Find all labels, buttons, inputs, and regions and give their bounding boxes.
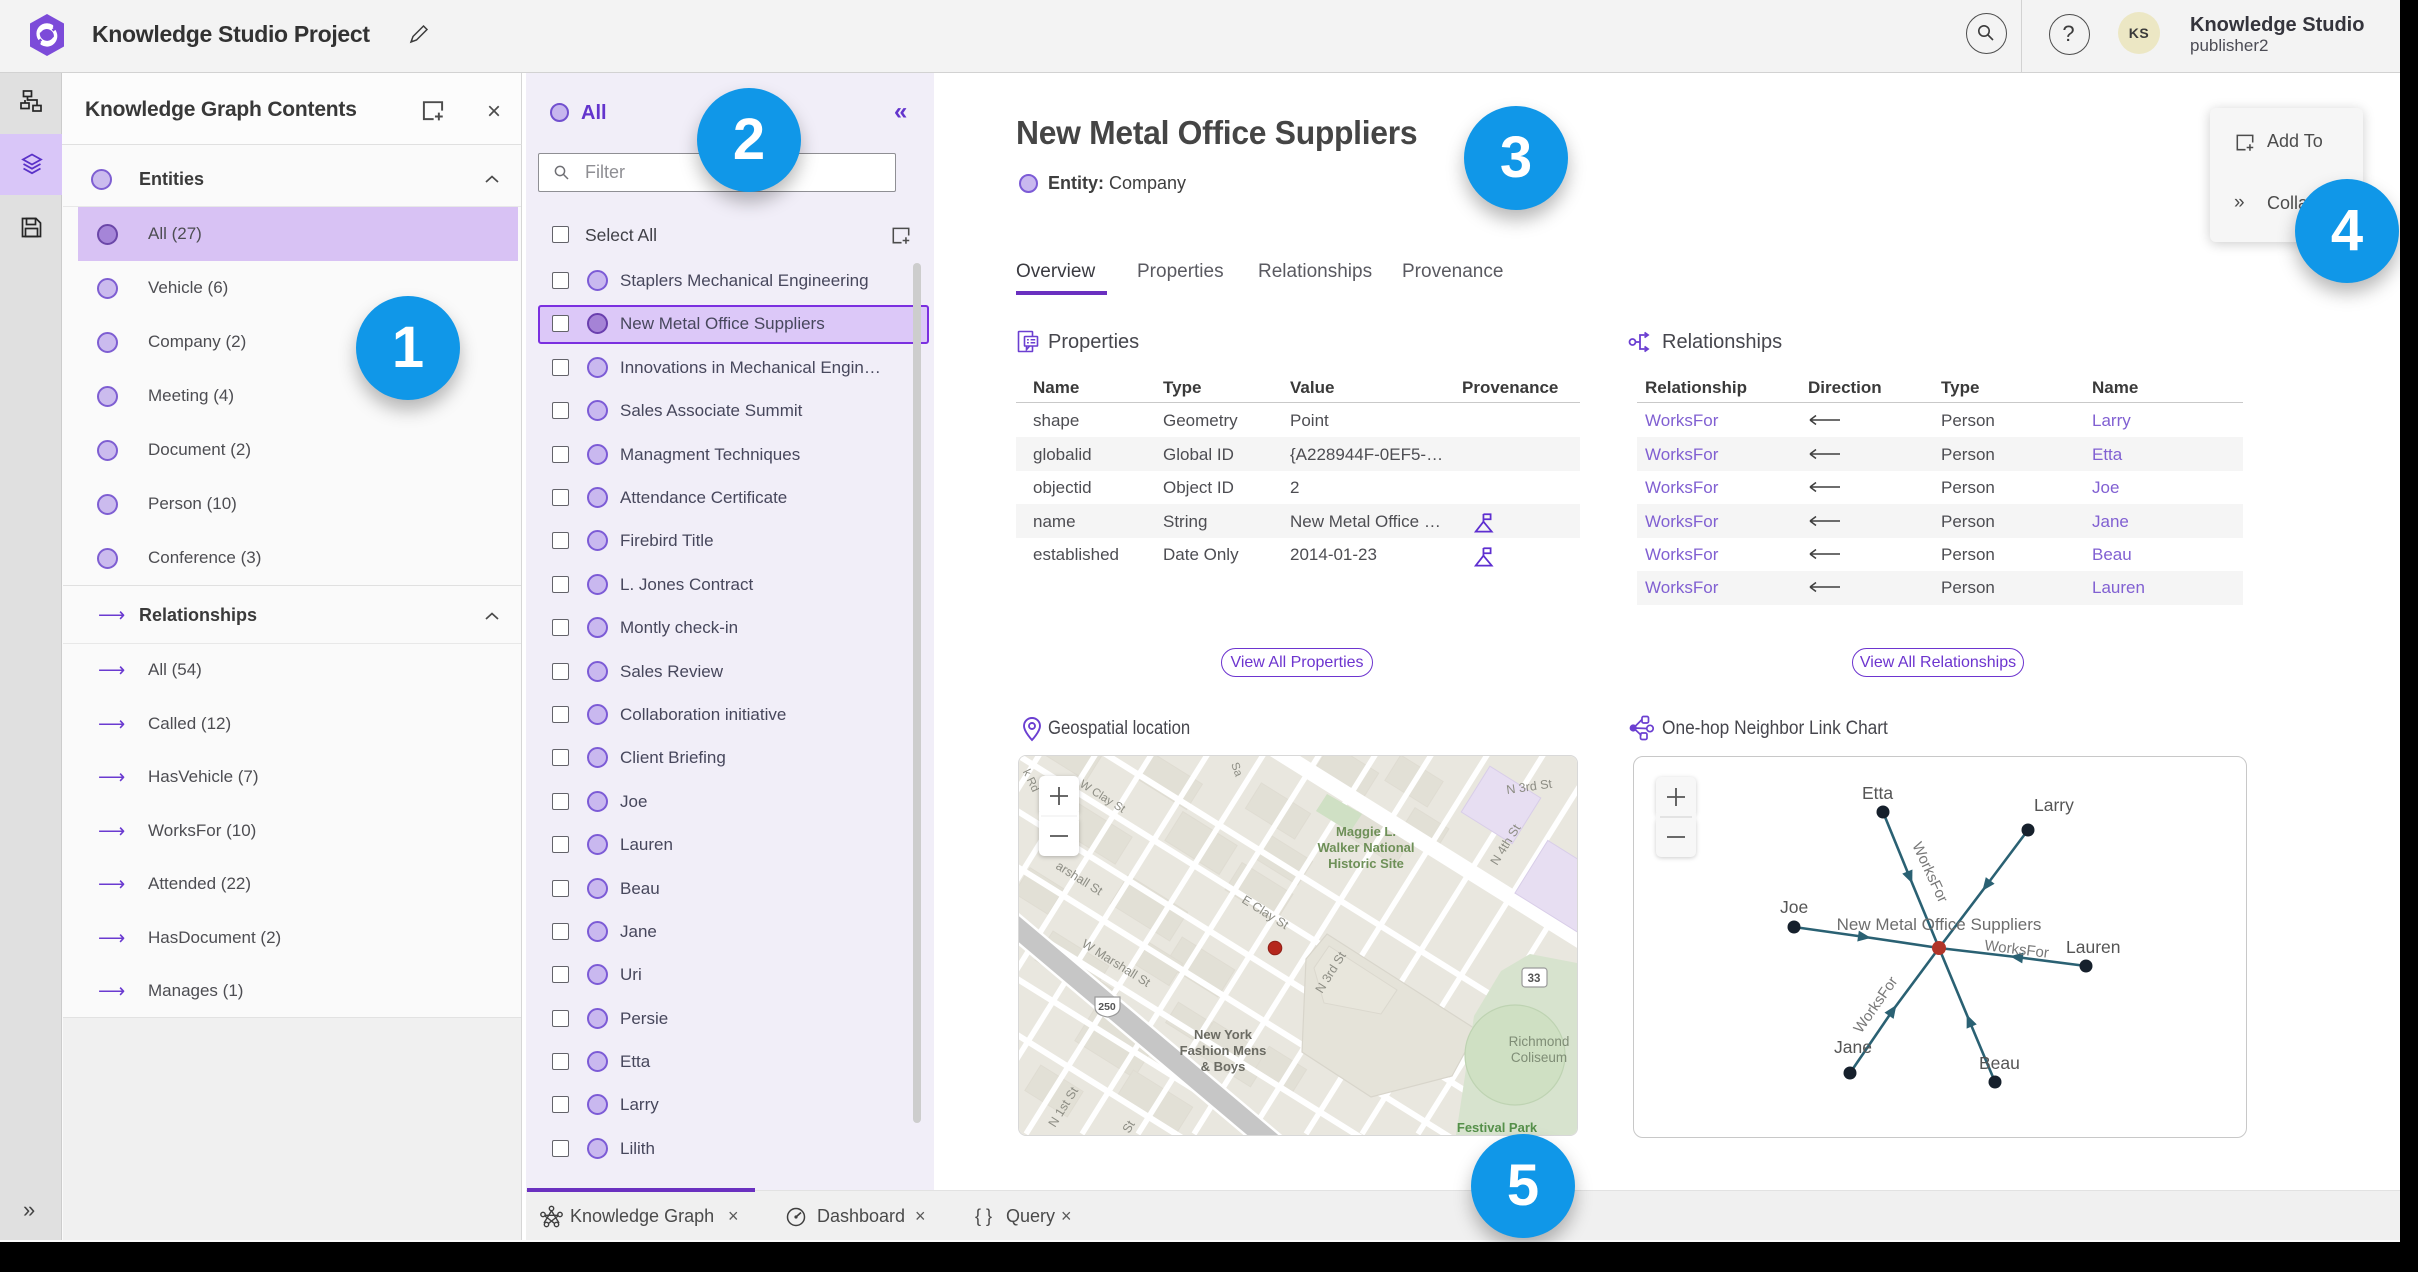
svg-text:WorksFor: WorksFor <box>1850 974 1901 1037</box>
svg-text:New York: New York <box>1194 1027 1253 1042</box>
svg-text:Richmond: Richmond <box>1509 1034 1570 1049</box>
svg-text:Beau: Beau <box>1979 1053 2020 1073</box>
svg-text:WorksFor: WorksFor <box>1908 840 1951 906</box>
svg-text:Festival Park: Festival Park <box>1457 1120 1538 1135</box>
svg-text:33: 33 <box>1528 973 1541 985</box>
svg-text:Jane: Jane <box>1834 1037 1872 1057</box>
svg-text:250: 250 <box>1098 1001 1116 1013</box>
svg-text:Larry: Larry <box>2034 795 2074 815</box>
svg-text:Coliseum: Coliseum <box>1511 1050 1567 1065</box>
svg-text:Historic Site: Historic Site <box>1328 856 1404 871</box>
svg-text:Maggie L.: Maggie L. <box>1336 824 1396 839</box>
svg-text:& Boys: & Boys <box>1201 1059 1246 1074</box>
svg-text:Joe: Joe <box>1780 897 1808 917</box>
svg-text:Walker National: Walker National <box>1317 840 1414 855</box>
svg-text:Lauren: Lauren <box>2066 937 2121 957</box>
svg-text:Etta: Etta <box>1862 783 1893 803</box>
svg-text:New Metal Office Suppliers: New Metal Office Suppliers <box>1837 915 2042 934</box>
svg-text:Fashion Mens: Fashion Mens <box>1180 1043 1267 1058</box>
